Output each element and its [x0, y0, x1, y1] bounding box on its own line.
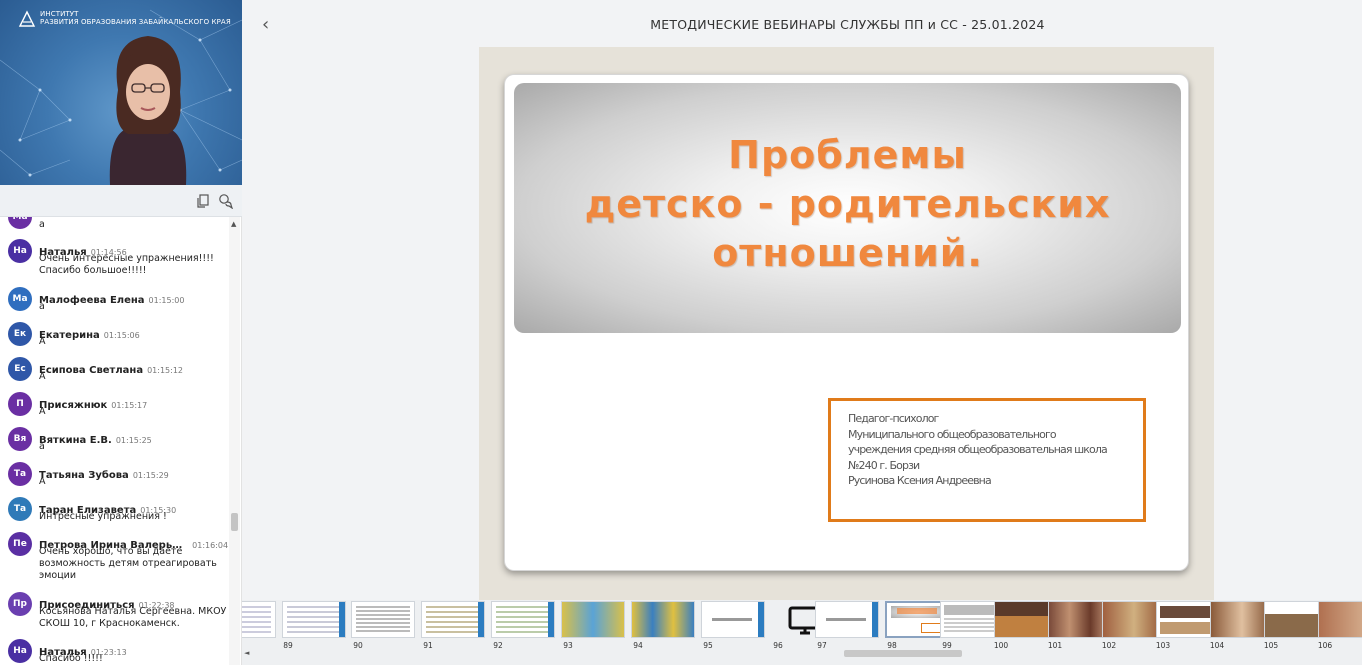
- back-button[interactable]: ‹: [262, 14, 269, 35]
- slide-title-line-1: Проблемы: [728, 133, 967, 177]
- message-text: Очень хорошо, что вы даете возможность д…: [39, 546, 217, 581]
- chat-scroll-thumb[interactable]: [231, 513, 238, 531]
- thumbnail-scroll-thumb[interactable]: [844, 650, 962, 657]
- video-feed[interactable]: ИНСТИТУТ РАЗВИТИЯ ОБРАЗОВАНИЯ ЗАБАЙКАЛЬС…: [0, 0, 242, 185]
- left-panel: ИНСТИТУТ РАЗВИТИЯ ОБРАЗОВАНИЯ ЗАБАЙКАЛЬС…: [0, 0, 242, 665]
- slide-thumbnail[interactable]: [561, 601, 625, 638]
- avatar: Ма: [8, 217, 32, 229]
- slide-thumbnail[interactable]: [351, 601, 415, 638]
- chat-list[interactable]: Ма а На Наталья 01:14:56 Очень интересные…: [0, 217, 242, 665]
- message-text: Косьянова Наталья Сергеевна. МКОУ СКОШ 1…: [39, 606, 227, 629]
- slide-thumbnail[interactable]: [701, 601, 765, 638]
- message-text: а: [39, 219, 45, 230]
- slide-thumbnail[interactable]: [1318, 601, 1362, 638]
- presenter-figure: [109, 36, 187, 185]
- author-info-box: Педагог-психолог Муниципального общеобра…: [828, 398, 1146, 522]
- chat-bubbles-icon[interactable]: [218, 193, 234, 209]
- slide-title-banner: Проблемы детско - родительских отношений…: [514, 83, 1181, 333]
- avatar: Та: [8, 497, 32, 521]
- message-text: А: [39, 406, 46, 417]
- author-info-line: №240 г. Борзи: [848, 458, 920, 472]
- institute-logo: ИНСТИТУТ РАЗВИТИЯ ОБРАЗОВАНИЯ ЗАБАЙКАЛЬС…: [18, 10, 231, 28]
- message-text: А: [39, 336, 46, 347]
- thumbnail-scrollbar[interactable]: ◄: [242, 648, 1362, 660]
- logo-line-1: ИНСТИТУТ: [40, 10, 79, 18]
- message-text: а: [39, 441, 45, 452]
- slide-thumbnail[interactable]: [421, 601, 485, 638]
- avatar: П: [8, 392, 32, 416]
- scroll-up-arrow-icon[interactable]: ▲: [231, 220, 236, 228]
- presentation-slide: Проблемы детско - родительских отношений…: [504, 74, 1189, 571]
- avatar: Пр: [8, 592, 32, 616]
- avatar: Пе: [8, 532, 32, 556]
- institute-logo-icon: [18, 10, 36, 27]
- slide-title-line-2: детско - родительских: [584, 182, 1111, 226]
- page-title: МЕТОДИЧЕСКИЕ ВЕБИНАРЫ СЛУЖБЫ ПП и СС - 2…: [650, 17, 1045, 32]
- avatar: Ма: [8, 287, 32, 311]
- author-info-line: Педагог-психолог: [848, 412, 939, 425]
- avatar: Ес: [8, 357, 32, 381]
- avatar: Вя: [8, 427, 32, 451]
- message-text: Интресные упражнения !: [39, 511, 167, 522]
- slide-thumbnail[interactable]: [282, 601, 346, 638]
- chat-toolbar: [0, 185, 242, 217]
- message-text: А: [39, 476, 46, 487]
- slide-thumbnail[interactable]: [631, 601, 695, 638]
- chat-scrollbar[interactable]: ▲: [229, 217, 240, 665]
- avatar: На: [8, 239, 32, 263]
- slide-title-line-3: отношений.: [712, 231, 983, 275]
- slide-thumbnail[interactable]: [815, 601, 879, 638]
- message-text: Спасибо !!!!!: [39, 653, 103, 664]
- scroll-left-arrow-icon[interactable]: ◄: [244, 649, 249, 657]
- avatar: Ек: [8, 322, 32, 346]
- message-text: А: [39, 371, 46, 382]
- avatar: На: [8, 639, 32, 663]
- slide-thumbnail-strip: 89 90 91 92 93 94 95 96 97 98 99 100 101…: [242, 600, 1362, 665]
- webinar-app: ИНСТИТУТ РАЗВИТИЯ ОБРАЗОВАНИЯ ЗАБАЙКАЛЬС…: [0, 0, 1362, 665]
- author-info-line: Муниципального общеобразовательного: [848, 427, 1057, 441]
- logo-line-2: РАЗВИТИЯ ОБРАЗОВАНИЯ ЗАБАЙКАЛЬСКОГО КРАЯ: [40, 18, 231, 26]
- author-info-line: Русинова Ксения Андреевна: [848, 474, 992, 487]
- copy-icon[interactable]: [195, 193, 211, 209]
- slide-stage: Проблемы детско - родительских отношений…: [479, 47, 1214, 600]
- message-text: а: [39, 301, 45, 312]
- slide-thumbnail[interactable]: [242, 601, 276, 638]
- avatar: Та: [8, 462, 32, 486]
- slide-thumbnail[interactable]: [491, 601, 555, 638]
- message-text: Очень интересные упражнения!!!! Спасибо …: [39, 253, 214, 276]
- author-info-line: учреждения средняя общеобразовательная ш…: [848, 443, 1108, 456]
